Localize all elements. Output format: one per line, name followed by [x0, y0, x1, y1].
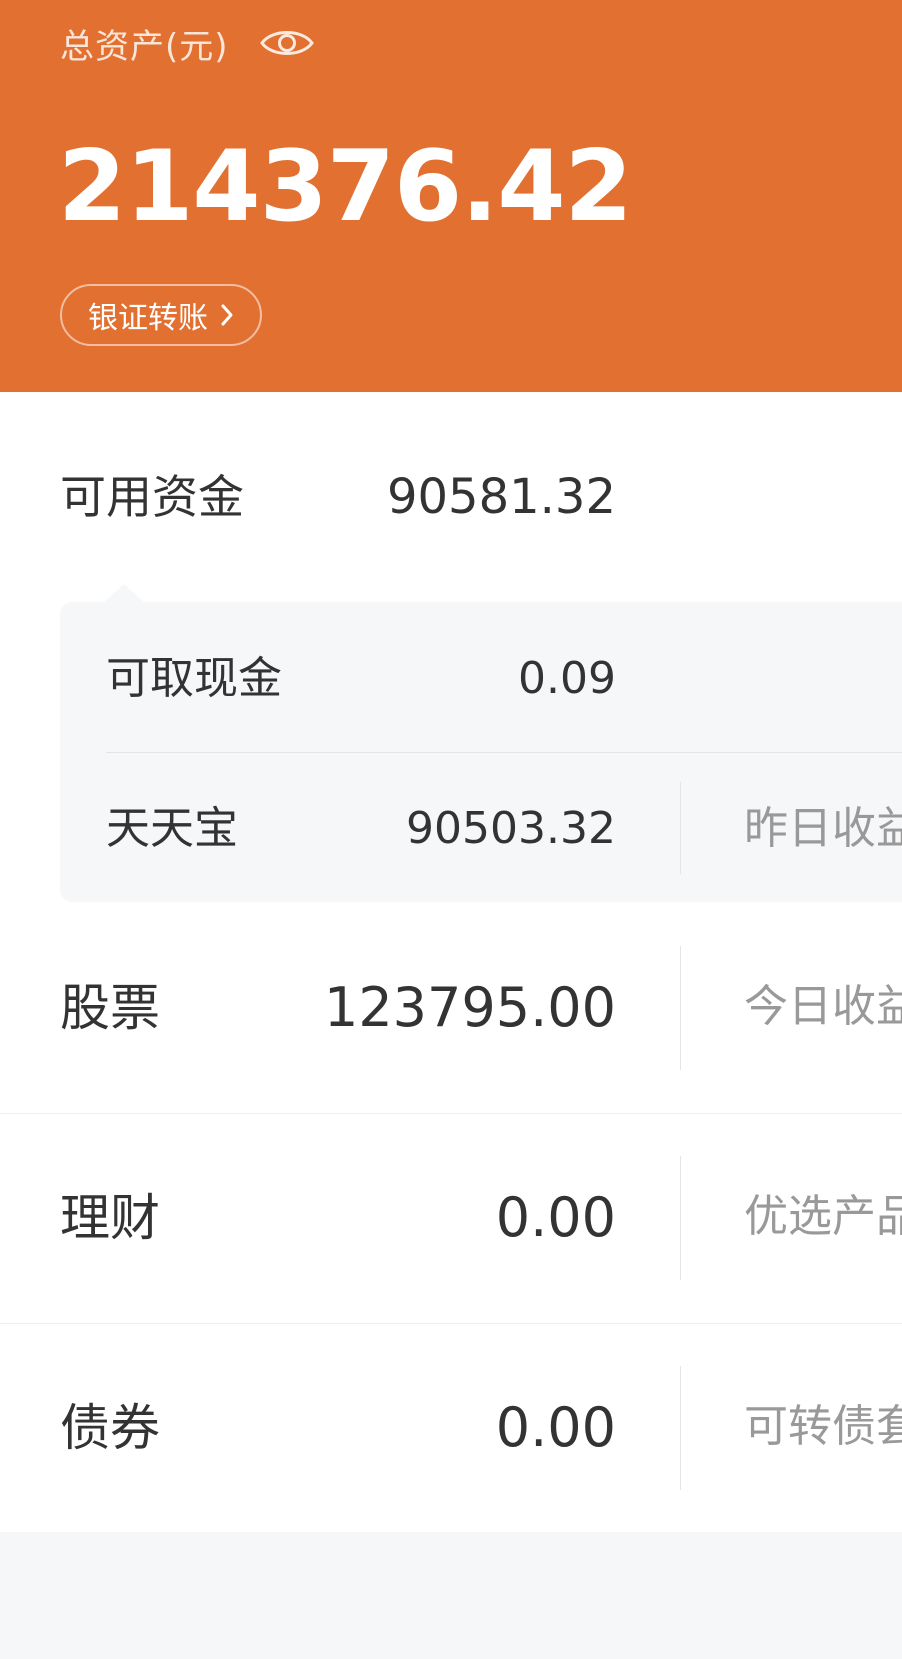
stocks-vertical-divider [680, 946, 681, 1070]
transfer-button-label: 银证转账 [88, 301, 208, 336]
subcard-divider [106, 752, 902, 753]
wealth-management-label: 理财 [60, 1189, 160, 1247]
eye-icon[interactable] [259, 23, 315, 63]
tiantianbao-vertical-divider [680, 782, 681, 874]
total-assets-header: 总资产(元) 214376.42 银证转账 [0, 0, 902, 392]
convertible-bond-link[interactable]: 可转债套 [744, 1400, 902, 1454]
tiantianbao-yesterday-earnings-link[interactable]: 昨日收益 [744, 802, 902, 856]
bonds-label: 债券 [60, 1399, 160, 1457]
tiantianbao-label: 天天宝 [106, 803, 238, 854]
tiantianbao-value: 90503.32 [406, 803, 616, 854]
bank-securities-transfer-button[interactable]: 银证转账 [60, 284, 262, 346]
wealth-vertical-divider [680, 1156, 681, 1280]
bonds-vertical-divider [680, 1366, 681, 1490]
bonds-value: 0.00 [495, 1396, 616, 1459]
total-assets-label: 总资产(元) [60, 26, 229, 67]
available-funds-value: 90581.32 [386, 469, 616, 525]
withdrawable-cash-value: 0.09 [518, 653, 616, 704]
row-divider [0, 1113, 902, 1114]
stocks-today-earnings-link[interactable]: 今日收益 [744, 980, 902, 1034]
chevron-right-icon [220, 303, 234, 327]
total-assets-title-row: 总资产(元) [60, 18, 315, 68]
available-funds-label: 可用资金 [60, 470, 244, 524]
wealth-management-value: 0.00 [495, 1186, 616, 1249]
stocks-label: 股票 [60, 979, 160, 1037]
stocks-value: 123795.00 [323, 976, 616, 1039]
row-divider [0, 1323, 902, 1324]
withdrawable-cash-label: 可取现金 [106, 653, 282, 704]
subcard-pointer [104, 584, 144, 602]
featured-products-link[interactable]: 优选产品 [744, 1190, 902, 1244]
asset-breakdown-panel [0, 392, 902, 1532]
total-assets-value: 214376.42 [58, 130, 633, 244]
